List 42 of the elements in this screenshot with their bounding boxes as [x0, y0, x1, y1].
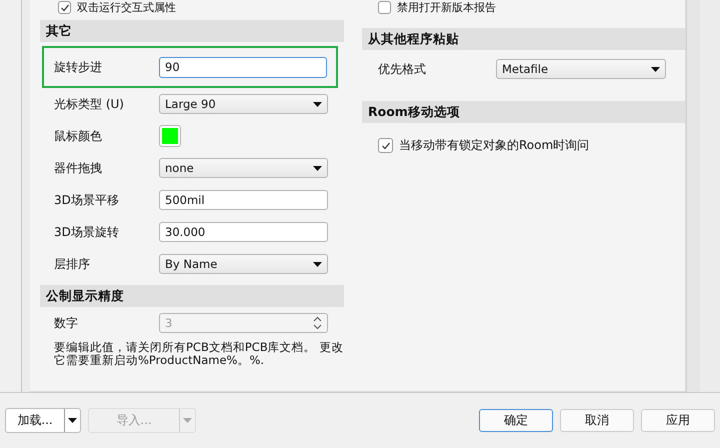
field-label: 器件拖拽	[54, 160, 103, 176]
dropdown-arrow-icon	[313, 166, 322, 170]
note-text: 要编辑此值，请关闭所有PCB文档和PCB库文档。 更改它需要重新启动%ProductName%。%.	[53, 341, 344, 367]
dropdown-arrow-icon	[313, 102, 322, 106]
field-label: 层排序	[54, 256, 91, 272]
dropdown-arrow-icon	[68, 418, 77, 423]
dialog-button[interactable]: 确定	[479, 409, 553, 432]
section-header: 从其他程序粘贴	[362, 28, 685, 50]
section-header: 公制显示精度	[40, 285, 344, 307]
dropdown[interactable]: none	[159, 158, 328, 178]
field-label: 数字	[54, 314, 79, 332]
dropdown[interactable]: Metafile	[496, 59, 666, 79]
field-label: 光标类型 (U)	[54, 96, 125, 112]
checkbox[interactable]	[378, 138, 393, 153]
dropdown-arrow-icon	[651, 66, 660, 72]
check-icon	[380, 140, 390, 150]
input-field[interactable]: 90	[159, 56, 327, 78]
dialog-button[interactable]: 应用	[641, 409, 715, 432]
checkbox-label: 当移动带有锁定对象的Room时询问	[399, 137, 590, 154]
scrollbar[interactable]	[686, 0, 700, 392]
input-field[interactable]: 30.000	[159, 222, 328, 242]
checkbox[interactable]	[378, 1, 391, 14]
split-button[interactable]: 加载...	[5, 408, 81, 433]
checkbox-label: 双击运行交互式属性	[77, 0, 176, 15]
field-label: 优先格式	[378, 60, 427, 78]
field-label: 旋转步进	[54, 58, 103, 76]
input-field[interactable]: 500mil	[159, 190, 328, 210]
checkbox[interactable]	[58, 1, 71, 14]
dropdown-arrow-icon	[313, 262, 322, 266]
field-label: 3D场景平移	[54, 192, 120, 208]
dropdown-arrow-icon	[183, 418, 192, 423]
checkbox-label: 禁用打开新版本报告	[397, 0, 496, 15]
dialog-button[interactable]: 取消	[560, 409, 634, 432]
dropdown[interactable]: Large 90	[159, 94, 328, 114]
field-label: 鼠标颜色	[54, 128, 103, 144]
field-label: 3D场景旋转	[54, 224, 120, 240]
section-header: Room移动选项	[362, 101, 685, 123]
section-header: 其它	[40, 20, 344, 42]
spin-arrows-icon	[313, 316, 322, 330]
dropdown[interactable]: By Name	[159, 254, 328, 274]
check-icon	[60, 2, 70, 12]
color-swatch[interactable]	[159, 125, 181, 147]
